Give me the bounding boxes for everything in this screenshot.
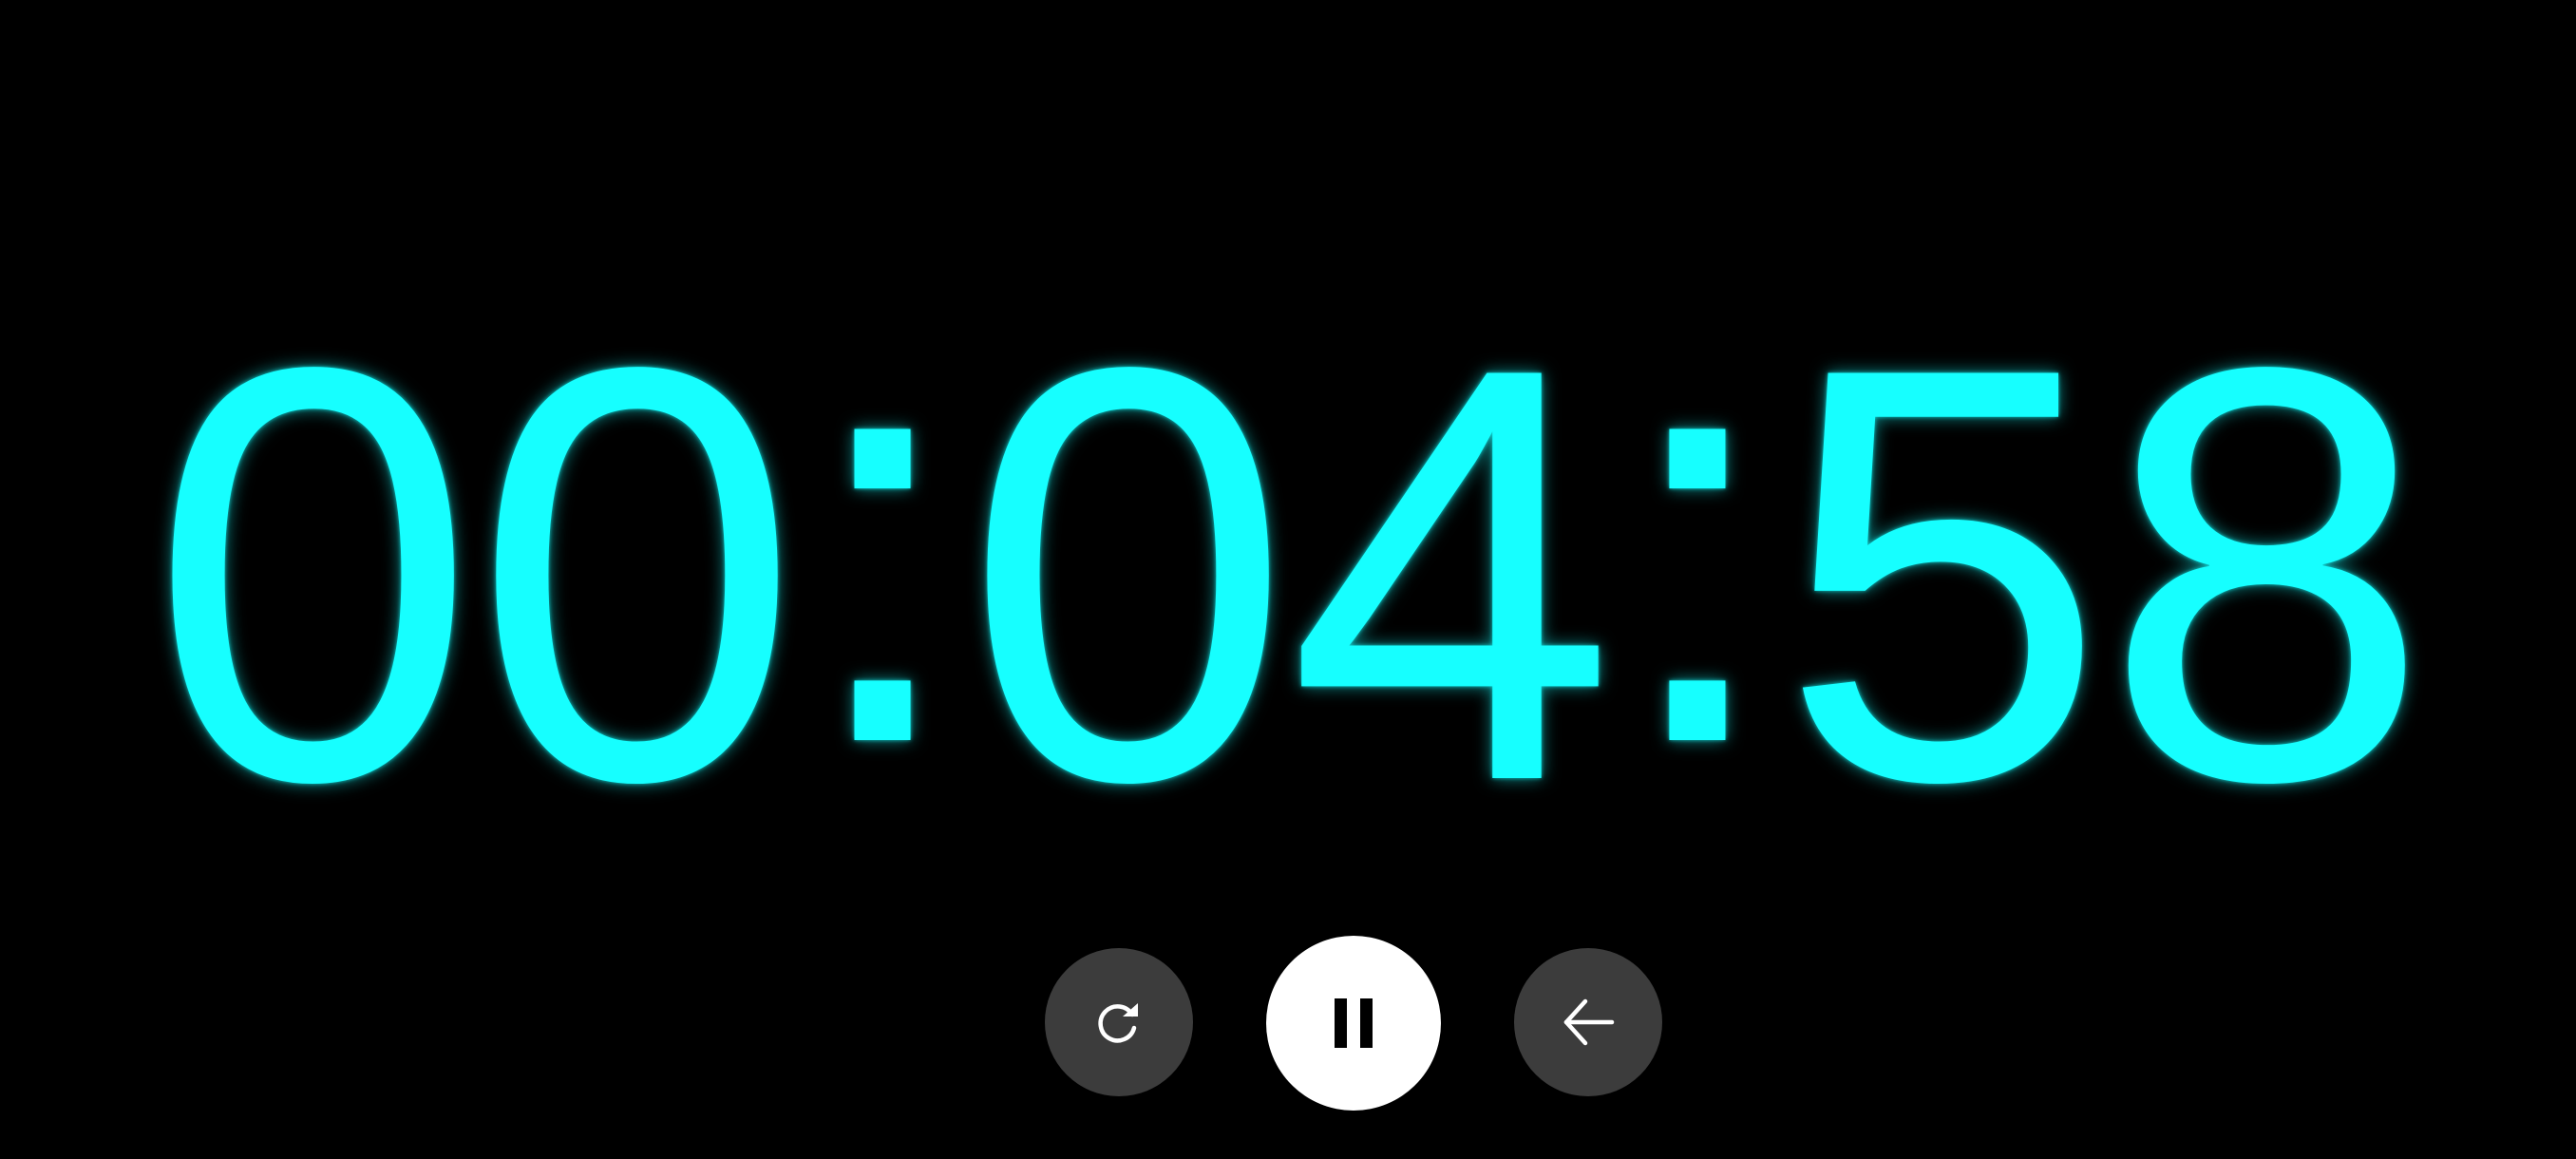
timer-minutes: 04 — [964, 246, 1616, 903]
timer-seconds: 58 — [1779, 246, 2431, 903]
timer-controls — [0, 936, 2576, 1112]
timer-separator: : — [800, 208, 964, 865]
timer-hours: 00 — [149, 246, 801, 903]
pause-icon — [1330, 997, 1377, 1050]
restart-button[interactable] — [1045, 948, 1193, 1096]
timer-display: 00 : 04 : 58 — [0, 242, 2576, 869]
back-button[interactable] — [1514, 948, 1662, 1096]
timer-separator: : — [1615, 208, 1779, 865]
restart-icon — [1090, 994, 1147, 1051]
back-arrow-icon — [1559, 996, 1618, 1049]
timer-screen: 00 : 04 : 58 — [0, 0, 2576, 1159]
pause-button[interactable] — [1266, 936, 1441, 1111]
